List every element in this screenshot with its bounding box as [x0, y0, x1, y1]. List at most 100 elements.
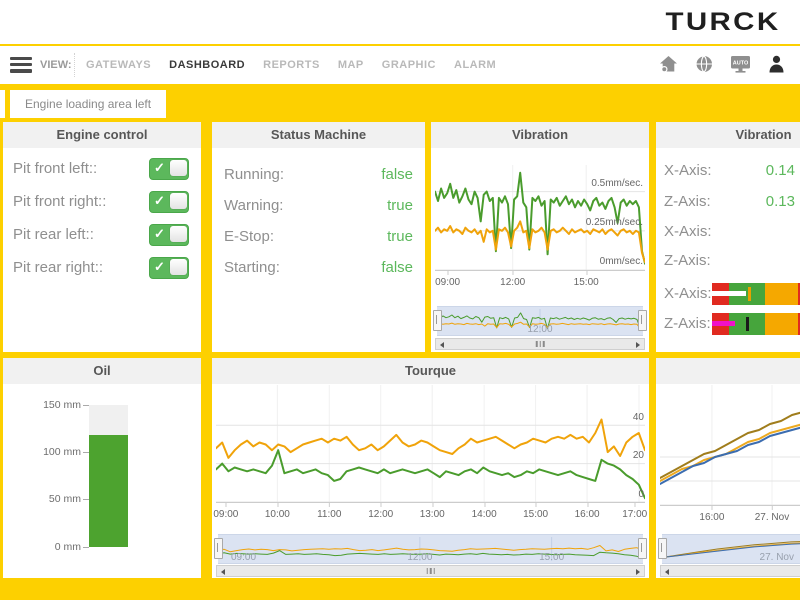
navigator-label: 09:00: [231, 552, 256, 563]
toggle-pit-rear-right[interactable]: ✓: [149, 257, 189, 279]
status-row-label: Running:: [224, 166, 284, 183]
panel-title: Status Machine: [212, 122, 425, 148]
nav-item-graphic[interactable]: GRAPHIC: [382, 59, 436, 71]
scrollbar[interactable]: [216, 565, 645, 577]
panel-engine-control: Engine control Pit front left:: ✓ Pit fr…: [3, 122, 201, 352]
status-row-value: true: [387, 228, 413, 245]
nav-separator: [74, 53, 75, 77]
toggle-pit-rear-left[interactable]: ✓: [149, 224, 189, 246]
turck-logo: TURCK: [665, 8, 780, 37]
navigator-handle-right[interactable]: [638, 310, 647, 331]
toggle-knob: [170, 226, 187, 242]
x-tick-label: 27. Nov: [755, 512, 789, 523]
x-tick-label: 09:00: [213, 509, 238, 520]
globe-icon[interactable]: [694, 54, 714, 74]
scrollbar-grip[interactable]: [536, 341, 545, 347]
chart-navigator[interactable]: 09:00 12:00 15:00: [218, 534, 643, 564]
daily-chart: [660, 385, 800, 505]
tourque-chart: [216, 385, 645, 502]
scrollbar-grip[interactable]: [426, 568, 435, 574]
x-axis-line: [660, 505, 800, 506]
nav-item-alarm[interactable]: ALARM: [454, 59, 496, 71]
x-tick-label: 11:00: [317, 509, 341, 520]
navigator-label: 27. Nov: [760, 552, 794, 563]
oil-tick-label: 0 mm: [23, 541, 81, 553]
menu-icon[interactable]: [10, 57, 32, 73]
x-tick-label: 14:00: [472, 509, 497, 520]
z-axis-gauge: [712, 313, 800, 335]
nav-item-reports[interactable]: REPORTS: [263, 59, 320, 71]
x-tick-label: 12:00: [368, 509, 393, 520]
scrollbar[interactable]: [435, 338, 645, 350]
panel-title: Vibration: [431, 122, 649, 148]
y-axis-label: 20: [633, 450, 644, 461]
nav-icons: AUTO: [658, 54, 786, 74]
toggle-knob: [170, 259, 187, 275]
axis-row-label: Z-Axis:: [664, 252, 711, 269]
panel-title: Engine control: [3, 122, 201, 148]
y-axis-label: 0.25mm/sec.: [586, 217, 643, 228]
x-tick-label: 12:00: [500, 277, 525, 288]
toggle-pit-front-left[interactable]: ✓: [149, 158, 189, 180]
panel-oil: Oil 150 mm 100 mm 50 mm 0 mm: [3, 358, 201, 578]
oil-fill: [89, 435, 128, 547]
panel-title: [656, 358, 800, 384]
y-axis-label: 0: [638, 489, 644, 500]
chart-navigator[interactable]: 12:00: [437, 306, 643, 336]
panel-title: Tourque: [212, 358, 649, 384]
x-tick-label: 09:00: [435, 277, 460, 288]
gauge-row-label: X-Axis:: [664, 285, 712, 302]
auto-display-icon[interactable]: AUTO: [729, 54, 752, 74]
x-axis-line: [216, 502, 645, 503]
tab-engine-loading-area-left[interactable]: Engine loading area left: [10, 90, 166, 118]
x-axis-gauge: [712, 283, 800, 305]
scroll-left-icon[interactable]: [436, 339, 448, 349]
scroll-left-icon[interactable]: [217, 566, 229, 576]
scroll-left-icon[interactable]: [661, 566, 673, 576]
status-row-label: Starting:: [224, 259, 280, 276]
chart-navigator[interactable]: 27. Nov: [662, 534, 800, 564]
x-tick-label: 17:00: [622, 509, 647, 520]
y-axis-label: 40: [633, 412, 644, 423]
engine-row-label: Pit rear left::: [13, 226, 94, 243]
navigator-label: 12:00: [527, 324, 552, 335]
engine-row-label: Pit rear right::: [13, 259, 103, 276]
status-row-value: true: [387, 197, 413, 214]
oil-tick-mark: [83, 547, 89, 548]
scroll-right-icon[interactable]: [632, 566, 644, 576]
navigator-label: 15:00: [539, 552, 564, 563]
scroll-right-icon[interactable]: [632, 339, 644, 349]
x-tick-label: 15:00: [523, 509, 548, 520]
svg-text:AUTO: AUTO: [733, 60, 749, 66]
nav-bar: VIEW: GATEWAYS DASHBOARD REPORTS MAP GRA…: [0, 46, 800, 84]
panel-daily-chart: 16:00 27. Nov 27. Nov: [656, 358, 800, 578]
user-icon[interactable]: [767, 54, 786, 74]
x-tick-label: 16:00: [699, 512, 724, 523]
nav-item-gateways[interactable]: GATEWAYS: [86, 59, 151, 71]
navigator-handle-left[interactable]: [214, 538, 223, 559]
y-axis-label: 0.5mm/sec.: [591, 178, 643, 189]
x-axis-labels: 16:00 27. Nov: [660, 512, 800, 524]
status-row-value: false: [381, 166, 413, 183]
home-icon[interactable]: [658, 54, 679, 74]
panel-tourque: Tourque 40 20 0 09:00 10:00 11:00 12:00 …: [212, 358, 649, 578]
tab-sliver[interactable]: [0, 90, 5, 118]
navigator-handle-left[interactable]: [433, 310, 442, 331]
nav-item-map[interactable]: MAP: [338, 59, 364, 71]
oil-tick-label: 150 mm: [23, 399, 81, 411]
toggle-pit-front-right[interactable]: ✓: [149, 191, 189, 213]
y-axis-label: 0mm/sec.: [600, 256, 643, 267]
oil-level-gauge: [89, 405, 128, 547]
oil-tick-label: 100 mm: [23, 446, 81, 458]
panel-vibration-values: Vibration X-Axis: 0.14 Z-Axis: 0.13 X-Ax…: [656, 122, 800, 352]
x-axis-labels: 09:00 10:00 11:00 12:00 13:00 14:00 15:0…: [216, 509, 645, 521]
check-icon: ✓: [154, 193, 165, 209]
scrollbar[interactable]: [660, 565, 800, 577]
x-tick-label: 10:00: [265, 509, 290, 520]
x-tick-label: 15:00: [574, 277, 599, 288]
check-icon: ✓: [154, 226, 165, 242]
nav-item-dashboard[interactable]: DASHBOARD: [169, 59, 245, 71]
navigator-handle-left[interactable]: [658, 538, 667, 559]
navigator-handle-right[interactable]: [638, 538, 647, 559]
axis-row-value: 0.14: [656, 162, 795, 179]
